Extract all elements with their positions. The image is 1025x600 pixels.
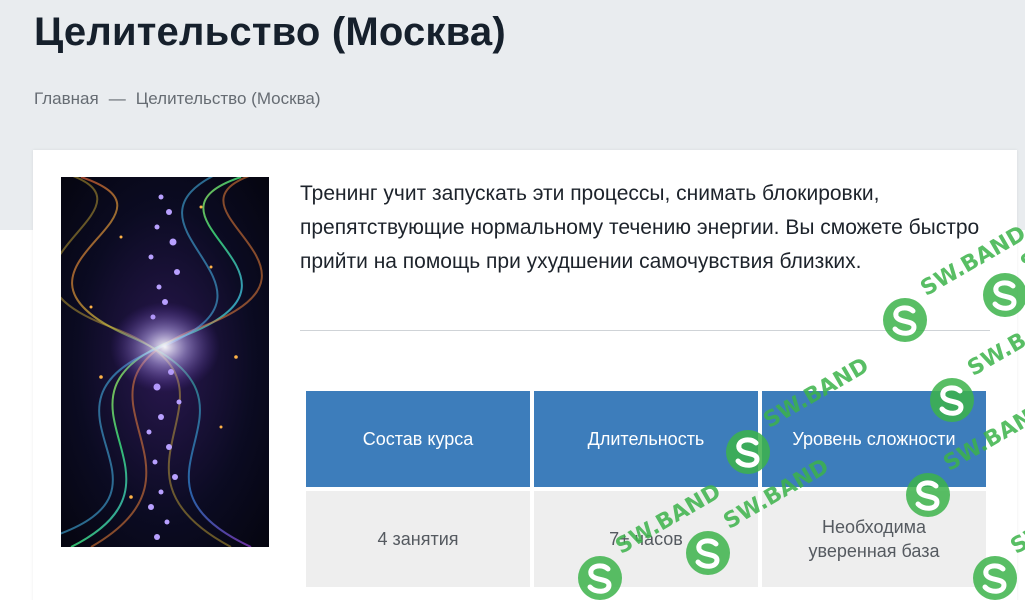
table-cell: 7+ часов: [534, 491, 758, 587]
page-title: Целительство (Москва): [34, 10, 506, 54]
breadcrumb-home-link[interactable]: Главная: [34, 89, 99, 109]
table-header-cell: Состав курса: [306, 391, 530, 487]
table-cell: Необходима уверенная база: [762, 491, 986, 587]
course-cover-image: [61, 177, 269, 547]
table-header-row: Состав курса Длительность Уровень сложно…: [306, 391, 986, 487]
energy-helix-illustration: [61, 177, 263, 547]
breadcrumb: Главная — Целительство (Москва): [34, 89, 321, 109]
table-header-cell: Длительность: [534, 391, 758, 487]
course-info-table: Состав курса Длительность Уровень сложно…: [302, 387, 990, 591]
table-header-cell: Уровень сложности: [762, 391, 986, 487]
section-divider: [300, 330, 990, 331]
course-card: Тренинг учит запускать эти процессы, сни…: [33, 150, 1017, 600]
table-row: 4 занятия 7+ часов Необходима уверенная …: [306, 491, 986, 587]
course-description: Тренинг учит запускать эти процессы, сни…: [300, 182, 980, 273]
table-cell: 4 занятия: [306, 491, 530, 587]
breadcrumb-current: Целительство (Москва): [135, 89, 321, 108]
breadcrumb-separator: —: [108, 89, 126, 108]
